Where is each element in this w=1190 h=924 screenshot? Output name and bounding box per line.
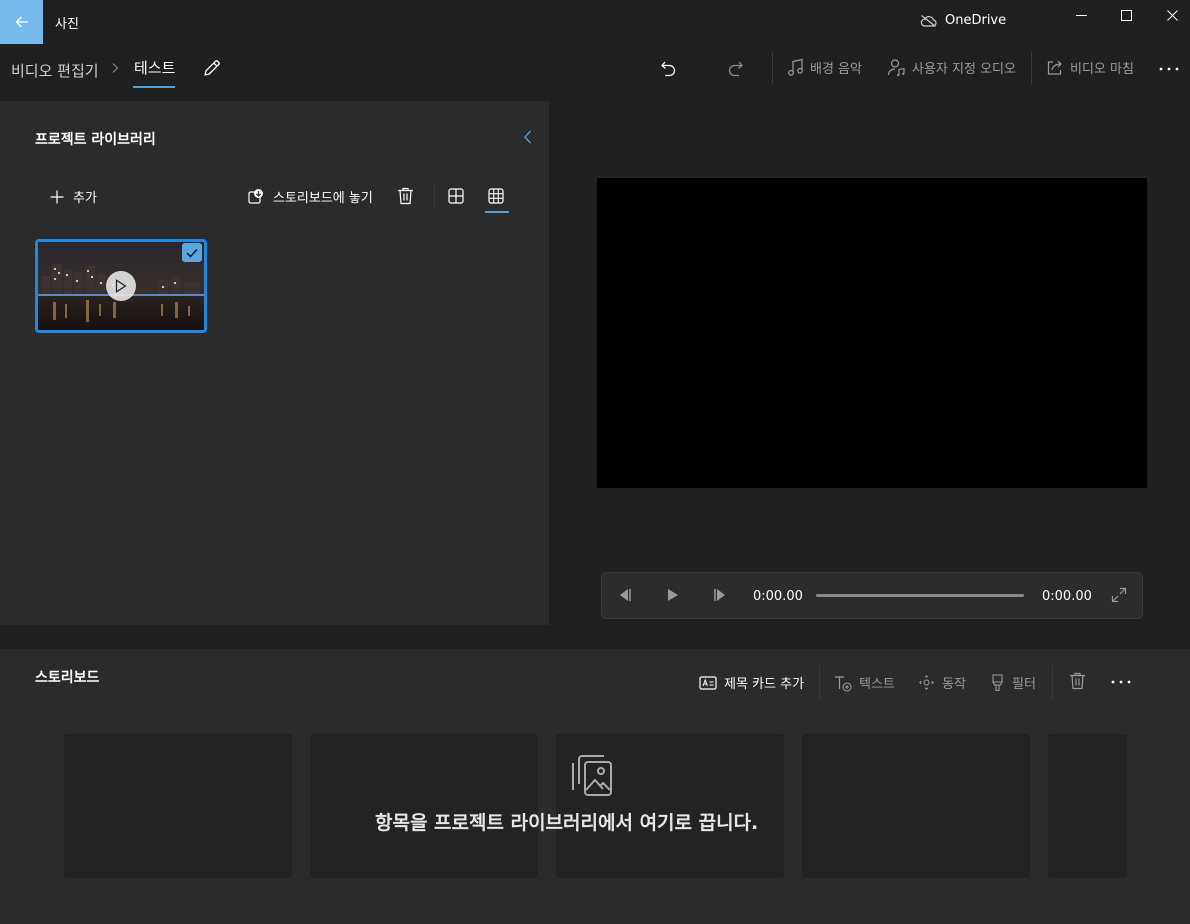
filter-button[interactable]: 필터 — [990, 673, 1036, 692]
undo-button[interactable] — [659, 59, 678, 78]
filter-icon — [992, 673, 1003, 691]
motion-icon — [919, 675, 934, 690]
app-title: 사진 — [55, 17, 79, 32]
collapse-library-button[interactable] — [522, 129, 534, 145]
project-library-title: 프로젝트 라이브러리 — [35, 132, 156, 148]
video-preview[interactable] — [597, 178, 1147, 488]
play-icon — [115, 279, 127, 293]
back-button[interactable] — [0, 0, 43, 44]
chevron-left-icon — [524, 130, 532, 144]
text-icon — [835, 675, 852, 692]
title-bar — [0, 0, 1190, 44]
title-card-icon — [699, 675, 717, 690]
next-frame-button[interactable] — [713, 587, 728, 603]
custom-audio-label: 사용자 지정 오디오 — [912, 62, 1016, 77]
background-music-button[interactable]: 배경 음악 — [787, 58, 862, 77]
finish-video-label: 비디오 마침 — [1070, 62, 1134, 77]
storyboard-slot — [802, 734, 1030, 878]
redo-button[interactable] — [726, 59, 745, 78]
large-thumbnails-view-button[interactable] — [448, 188, 464, 204]
storyboard-slot — [64, 734, 292, 878]
onedrive-label: OneDrive — [945, 13, 1007, 28]
place-in-storyboard-label: 스토리보드에 놓기 — [273, 191, 373, 206]
trash-icon — [398, 187, 413, 205]
play-button[interactable] — [666, 587, 680, 603]
text-label: 텍스트 — [859, 677, 895, 692]
command-separator — [1031, 52, 1032, 84]
command-separator — [819, 666, 820, 700]
add-media-label: 추가 — [73, 191, 97, 206]
close-icon — [1166, 9, 1178, 21]
more-icon — [1159, 67, 1179, 71]
chevron-right-icon — [110, 62, 120, 74]
custom-audio-button[interactable]: 사용자 지정 오디오 — [887, 58, 1016, 77]
add-media-button[interactable]: 추가 — [50, 187, 97, 206]
storyboard-slot — [310, 734, 538, 878]
place-in-storyboard-button[interactable]: 스토리보드에 놓기 — [248, 187, 373, 206]
project-library-panel — [0, 101, 549, 625]
pencil-icon — [204, 60, 220, 76]
storyboard-slot — [1048, 734, 1127, 878]
storyboard-drop-hint: 항목을 프로젝트 라이브러리에서 여기로 끕니다. — [375, 812, 759, 834]
seek-bar[interactable] — [816, 594, 1024, 597]
back-arrow-icon — [15, 16, 28, 28]
minimize-button[interactable] — [1058, 0, 1104, 30]
add-title-card-label: 제목 카드 추가 — [724, 677, 805, 692]
play-icon — [668, 589, 678, 601]
next-frame-icon — [714, 589, 725, 601]
rename-button[interactable] — [202, 59, 221, 78]
place-icon — [248, 189, 263, 204]
breadcrumb-video-editor[interactable]: 비디오 편집기 — [11, 60, 99, 81]
total-time: 0:00.00 — [1042, 589, 1092, 604]
check-icon — [186, 248, 198, 258]
delete-media-button[interactable] — [397, 187, 414, 205]
image-stack-icon — [570, 754, 613, 797]
background-music-label: 배경 음악 — [810, 62, 862, 77]
view-selection-indicator — [485, 211, 509, 213]
finish-video-button[interactable]: 비디오 마침 — [1046, 58, 1134, 77]
breadcrumb-selection-indicator — [133, 86, 175, 88]
redo-icon — [728, 61, 743, 77]
grid-large-icon — [448, 188, 464, 204]
motion-button[interactable]: 동작 — [918, 673, 966, 692]
command-separator — [772, 52, 773, 84]
text-button[interactable]: 텍스트 — [834, 673, 895, 692]
thumbnail-play-button[interactable] — [106, 271, 136, 301]
trash-icon — [1070, 672, 1085, 690]
small-thumbnails-view-button[interactable] — [488, 188, 504, 204]
person-audio-icon — [887, 59, 905, 77]
cloud-off-icon — [920, 14, 937, 27]
plus-icon — [50, 190, 64, 203]
motion-label: 동작 — [942, 677, 966, 692]
add-title-card-button[interactable]: 제목 카드 추가 — [699, 673, 804, 692]
more-icon — [1111, 680, 1131, 684]
undo-icon — [661, 61, 676, 77]
delete-storyboard-item-button[interactable] — [1069, 672, 1086, 690]
selected-checkbox[interactable] — [182, 243, 202, 262]
maximize-button[interactable] — [1103, 0, 1149, 30]
current-time: 0:00.00 — [753, 589, 803, 604]
music-note-icon — [788, 58, 803, 76]
grid-small-icon — [488, 188, 504, 204]
onedrive-status[interactable]: OneDrive — [920, 13, 1006, 28]
close-button[interactable] — [1149, 0, 1190, 30]
maximize-icon — [1120, 9, 1132, 21]
storyboard-title: 스토리보드 — [35, 670, 100, 686]
breadcrumb-project-name[interactable]: 테스트 — [134, 57, 175, 78]
fullscreen-icon — [1111, 587, 1127, 603]
share-icon — [1047, 60, 1062, 75]
previous-frame-button[interactable] — [617, 587, 632, 603]
storyboard-more-button[interactable] — [1110, 679, 1132, 685]
command-separator — [1052, 666, 1053, 700]
previous-frame-icon — [620, 589, 631, 601]
fullscreen-button[interactable] — [1111, 587, 1127, 603]
filter-label: 필터 — [1012, 677, 1036, 692]
minimize-icon — [1075, 14, 1087, 16]
more-options-button[interactable] — [1158, 66, 1180, 72]
toolbar-separator — [434, 184, 435, 208]
